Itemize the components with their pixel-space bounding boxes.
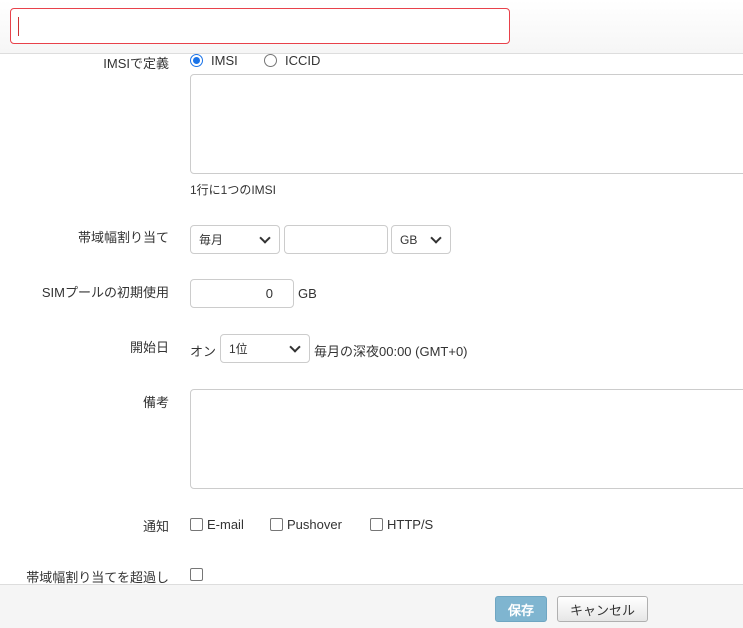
footer-bar: 保存 キャンセル <box>0 584 743 628</box>
bandwidth-label: 帯域幅割り当て <box>77 230 169 245</box>
radio-imsi[interactable]: IMSI <box>190 53 238 68</box>
initial-usage-value: 0 <box>265 286 273 301</box>
bandwidth-unit-value: GB <box>400 232 418 247</box>
initial-usage-input[interactable]: 0 <box>190 279 294 308</box>
notes-label: 備考 <box>142 395 169 410</box>
bandwidth-unit-select[interactable]: GB <box>391 225 451 254</box>
start-date-suffix: 毎月の深夜00:00 (GMT+0) <box>314 344 468 359</box>
chevron-down-icon <box>289 340 301 353</box>
notify-pushover-label: Pushover <box>287 517 342 532</box>
initial-usage-unit: GB <box>298 286 317 301</box>
notify-label: 通知 <box>142 519 169 534</box>
initial-usage-label: SIMプールの初期使用 <box>41 285 169 300</box>
save-button[interactable]: 保存 <box>495 596 547 622</box>
bandwidth-amount-input[interactable] <box>284 225 388 254</box>
notify-https-box[interactable] <box>370 518 383 531</box>
exceed-box[interactable] <box>190 568 203 581</box>
header-bar <box>0 0 743 54</box>
notify-pushover-box[interactable] <box>270 518 283 531</box>
text-caret <box>18 17 19 36</box>
name-input[interactable] <box>10 8 510 44</box>
exceed-checkbox[interactable] <box>190 568 203 581</box>
radio-iccid-label: ICCID <box>285 53 321 68</box>
start-date-label: 開始日 <box>129 340 169 355</box>
bandwidth-period-select[interactable]: 毎月 <box>190 225 280 254</box>
radio-iccid-button[interactable] <box>264 54 277 67</box>
radio-iccid[interactable]: ICCID <box>264 53 320 68</box>
define-by-label: IMSIで定義 <box>103 56 169 71</box>
notify-pushover-checkbox[interactable]: Pushover <box>270 517 342 532</box>
notify-https-checkbox[interactable]: HTTP/S <box>370 517 433 532</box>
start-date-prefix: オン <box>190 344 217 359</box>
radio-imsi-label: IMSI <box>211 53 238 68</box>
chevron-down-icon <box>430 231 442 244</box>
start-day-select[interactable]: 1位 <box>220 334 310 363</box>
chevron-down-icon <box>259 231 271 244</box>
radio-imsi-button[interactable] <box>190 54 203 67</box>
notify-https-label: HTTP/S <box>387 517 434 532</box>
notify-email-label: E-mail <box>207 517 244 532</box>
notify-email-box[interactable] <box>190 518 203 531</box>
notify-email-checkbox[interactable]: E-mail <box>190 517 244 532</box>
notes-textarea[interactable] <box>190 389 743 489</box>
cancel-button[interactable]: キャンセル <box>557 596 648 622</box>
imsi-help-text: 1行に1つのIMSI <box>190 183 277 197</box>
start-day-value: 1位 <box>229 342 248 356</box>
imsi-list-textarea[interactable] <box>190 74 743 174</box>
bandwidth-period-value: 毎月 <box>199 233 224 247</box>
